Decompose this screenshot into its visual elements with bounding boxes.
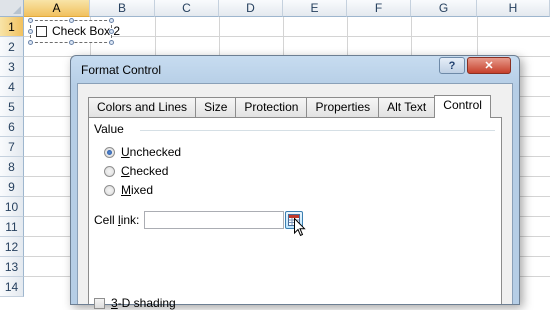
dialog-client-area: Colors and Lines Size Protection Propert… <box>77 83 513 310</box>
tab-strip: Colors and Lines Size Protection Propert… <box>88 95 491 118</box>
row-header[interactable]: 11 <box>0 217 24 237</box>
tab-protection[interactable]: Protection <box>235 97 307 117</box>
sheet-checkbox-box[interactable] <box>36 26 47 37</box>
column-header-d[interactable]: D <box>219 0 283 17</box>
row-header[interactable]: 12 <box>0 237 24 257</box>
row-header[interactable]: 8 <box>0 157 24 177</box>
row-header[interactable]: 6 <box>0 117 24 137</box>
radio-label: Checked <box>121 164 169 178</box>
resize-handle[interactable] <box>28 29 33 34</box>
radio-button[interactable] <box>104 184 115 196</box>
close-button[interactable]: ✕ <box>467 57 511 74</box>
tab-properties[interactable]: Properties <box>306 97 379 117</box>
section-divider <box>140 130 495 131</box>
3d-shading-checkbox[interactable] <box>94 297 105 309</box>
radio-mixed[interactable]: Mixed <box>104 183 153 197</box>
resize-handle[interactable] <box>28 18 33 23</box>
radio-label: Unchecked <box>121 145 182 159</box>
row-header[interactable]: 10 <box>0 197 24 217</box>
radio-checked[interactable]: Checked <box>104 164 168 178</box>
row-header[interactable]: 1 <box>0 17 24 37</box>
select-all-corner[interactable] <box>0 0 24 17</box>
help-icon: ? <box>448 59 456 72</box>
row-header[interactable]: 9 <box>0 177 24 197</box>
tab-control[interactable]: Control <box>434 95 491 118</box>
column-header-c[interactable]: C <box>155 0 219 17</box>
radio-button[interactable] <box>104 146 115 158</box>
control-tab-panel: Value Unchecked Checked Mixed Cell link: <box>88 117 502 310</box>
radio-button[interactable] <box>104 165 115 177</box>
column-header-e[interactable]: E <box>283 0 347 17</box>
row-header[interactable]: 13 <box>0 257 24 277</box>
resize-handle[interactable] <box>69 18 74 23</box>
column-header-g[interactable]: G <box>411 0 477 17</box>
help-button[interactable]: ? <box>439 57 465 74</box>
column-header-b[interactable]: B <box>90 0 155 17</box>
tab-alt-text[interactable]: Alt Text <box>378 97 435 117</box>
close-icon: ✕ <box>484 60 494 72</box>
column-header-a[interactable]: A <box>24 0 90 17</box>
column-header-h[interactable]: H <box>477 0 550 17</box>
dialog-title: Format Control <box>81 63 162 77</box>
row-headers: 1 2 3 4 5 6 7 8 9 10 11 12 13 14 <box>0 17 24 297</box>
row-header[interactable]: 5 <box>0 97 24 117</box>
row-header[interactable]: 3 <box>0 57 24 77</box>
resize-handle[interactable] <box>28 40 33 45</box>
tab-colors-and-lines[interactable]: Colors and Lines <box>88 97 196 117</box>
resize-handle[interactable] <box>69 40 74 45</box>
resize-handle[interactable] <box>109 29 114 34</box>
cell-link-label: Cell link: <box>94 213 140 227</box>
resize-handle[interactable] <box>109 40 114 45</box>
row-header[interactable]: 2 <box>0 37 24 57</box>
value-section-label: Value <box>94 122 124 136</box>
radio-unchecked[interactable]: Unchecked <box>104 145 181 159</box>
cell-link-input[interactable] <box>144 211 284 229</box>
column-header-f[interactable]: F <box>347 0 411 17</box>
resize-handle[interactable] <box>109 18 114 23</box>
format-control-dialog: Format Control ? ✕ Colors and Lines Size… <box>70 55 520 310</box>
3d-shading-label: 3-D shading <box>111 296 176 310</box>
row-header[interactable]: 7 <box>0 137 24 157</box>
mouse-pointer-icon <box>294 218 306 237</box>
radio-label: Mixed <box>121 183 154 197</box>
tab-size[interactable]: Size <box>195 97 236 117</box>
column-headers: A B C D E F G H <box>24 0 550 17</box>
3d-shading-option[interactable]: 3-D shading <box>94 296 176 310</box>
row-header[interactable]: 14 <box>0 277 24 297</box>
row-header[interactable]: 4 <box>0 77 24 97</box>
